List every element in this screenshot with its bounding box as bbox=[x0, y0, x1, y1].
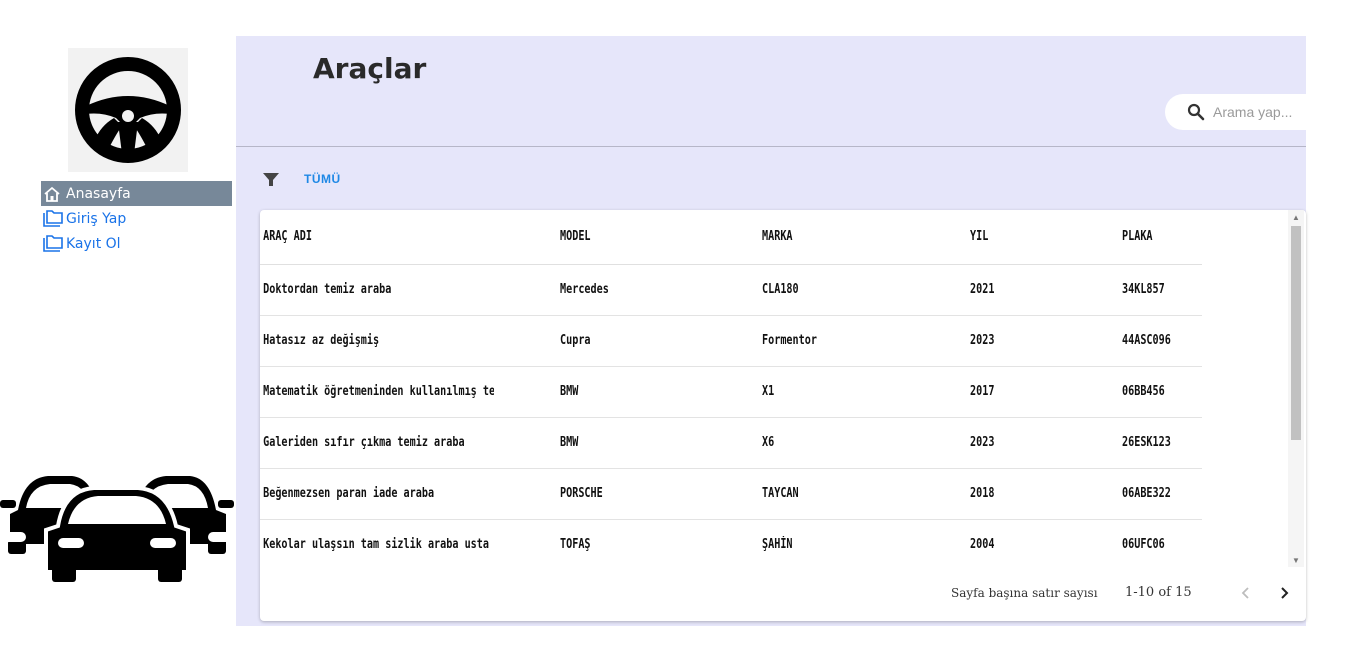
cell-model: Cupra bbox=[560, 315, 718, 367]
sidebar-nav: Anasayfa Giriş Yap Kayıt Ol bbox=[41, 181, 232, 256]
filter-bar: TÜMÜ bbox=[262, 169, 341, 189]
cell-marka: Formentor bbox=[762, 315, 925, 367]
search-box[interactable] bbox=[1165, 94, 1306, 130]
scroll-up-arrow-icon[interactable]: ▲ bbox=[1292, 213, 1300, 222]
sidebar-item-kayit-ol[interactable]: Kayıt Ol bbox=[41, 231, 232, 256]
column-header-marka[interactable]: MARKA bbox=[762, 210, 925, 265]
folder-icon bbox=[43, 234, 63, 253]
chevron-left-icon[interactable] bbox=[1236, 583, 1256, 603]
cell-marka: X6 bbox=[762, 417, 925, 469]
cell-model: BMW bbox=[560, 417, 718, 469]
folder-icon bbox=[43, 209, 63, 228]
cell-arac-adi: Galeriden sıfır çıkma temiz araba bbox=[260, 417, 494, 469]
header-divider bbox=[236, 146, 1306, 147]
app-logo bbox=[68, 48, 188, 172]
cell-yil: 2023 bbox=[970, 417, 1089, 469]
home-icon bbox=[43, 185, 63, 203]
cell-marka: X1 bbox=[762, 366, 925, 418]
sidebar-item-anasayfa[interactable]: Anasayfa bbox=[41, 181, 232, 206]
table-row[interactable]: Galeriden sıfır çıkma temiz araba BMW X6… bbox=[260, 417, 1202, 469]
cell-yil: 2004 bbox=[970, 519, 1089, 567]
table-row[interactable]: Hatasız az değişmiş Cupra Formentor 2023… bbox=[260, 315, 1202, 367]
table-row[interactable]: Doktordan temiz araba Mercedes CLA180 20… bbox=[260, 264, 1202, 316]
column-header-yil[interactable]: YIL bbox=[970, 210, 1089, 265]
cell-marka: CLA180 bbox=[762, 264, 925, 316]
cell-arac-adi: Kekolar ulaşsın tam sizlik araba usta bbox=[260, 519, 494, 567]
cell-yil: 2021 bbox=[970, 264, 1089, 316]
sidebar-item-label: Anasayfa bbox=[66, 185, 131, 202]
rows-per-page-label: Sayfa başına satır sayısı bbox=[951, 586, 1098, 600]
cell-plaka: 34KL857 bbox=[1122, 264, 1185, 316]
filter-icon[interactable] bbox=[262, 169, 282, 189]
cell-yil: 2018 bbox=[970, 468, 1089, 520]
sidebar-item-label: Giriş Yap bbox=[66, 210, 127, 227]
page-range: 1-10 of 15 bbox=[1125, 585, 1192, 600]
cars-icon bbox=[0, 476, 234, 582]
column-header-plaka[interactable]: PLAKA bbox=[1122, 210, 1185, 265]
cell-marka: ŞAHİN bbox=[762, 519, 925, 567]
table-row[interactable]: Kekolar ulaşsın tam sizlik araba usta TO… bbox=[260, 519, 1202, 567]
cell-marka: TAYCAN bbox=[762, 468, 925, 520]
table-row[interactable]: Matematik öğretmeninden kullanılmış temi… bbox=[260, 366, 1202, 418]
cell-plaka: 26ESK123 bbox=[1122, 417, 1185, 469]
cell-arac-adi: Beğenmezsen paran iade araba bbox=[260, 468, 494, 520]
cell-model: PORSCHE bbox=[560, 468, 718, 520]
cell-arac-adi: Hatasız az değişmiş bbox=[260, 315, 494, 367]
column-header-arac-adi[interactable]: ARAÇ ADI bbox=[260, 210, 494, 265]
cell-plaka: 06UFC06 bbox=[1122, 519, 1185, 567]
table-scroll-area[interactable]: ARAÇ ADI MODEL MARKA YIL PLAKA Doktordan… bbox=[260, 210, 1288, 567]
cell-plaka: 44ASC096 bbox=[1122, 315, 1185, 367]
search-input[interactable] bbox=[1213, 104, 1305, 120]
scrollbar-thumb[interactable] bbox=[1291, 226, 1301, 440]
table-pagination: Sayfa başına satır sayısı 1-10 of 15 bbox=[260, 567, 1306, 621]
cell-yil: 2023 bbox=[970, 315, 1089, 367]
vehicles-table: ARAÇ ADI MODEL MARKA YIL PLAKA Doktordan… bbox=[260, 210, 1202, 567]
cell-arac-adi: Doktordan temiz araba bbox=[260, 264, 494, 316]
sidebar-item-label: Kayıt Ol bbox=[66, 235, 121, 252]
sidebar-item-giris-yap[interactable]: Giriş Yap bbox=[41, 206, 232, 231]
vertical-scrollbar[interactable]: ▲ ▼ bbox=[1288, 210, 1304, 567]
search-icon bbox=[1187, 102, 1207, 122]
page-title: Araçlar bbox=[313, 52, 427, 85]
cell-yil: 2017 bbox=[970, 366, 1089, 418]
steering-wheel-icon bbox=[75, 57, 181, 163]
scroll-down-arrow-icon[interactable]: ▼ bbox=[1292, 556, 1300, 565]
table-row[interactable]: Beğenmezsen paran iade araba PORSCHE TAY… bbox=[260, 468, 1202, 520]
cell-arac-adi: Matematik öğretmeninden kullanılmış temi… bbox=[260, 366, 494, 418]
vehicles-table-card: ARAÇ ADI MODEL MARKA YIL PLAKA Doktordan… bbox=[260, 210, 1306, 621]
chevron-right-icon[interactable] bbox=[1274, 583, 1294, 603]
table-header-row: ARAÇ ADI MODEL MARKA YIL PLAKA bbox=[260, 210, 1202, 265]
cell-model: TOFAŞ bbox=[560, 519, 718, 567]
main-panel: Araçlar TÜMÜ ARAÇ ADI bbox=[236, 36, 1306, 626]
cell-model: BMW bbox=[560, 366, 718, 418]
cell-model: Mercedes bbox=[560, 264, 718, 316]
cell-plaka: 06ABE322 bbox=[1122, 468, 1185, 520]
column-header-model[interactable]: MODEL bbox=[560, 210, 718, 265]
cell-plaka: 06BB456 bbox=[1122, 366, 1185, 418]
filter-all-button[interactable]: TÜMÜ bbox=[304, 172, 341, 186]
